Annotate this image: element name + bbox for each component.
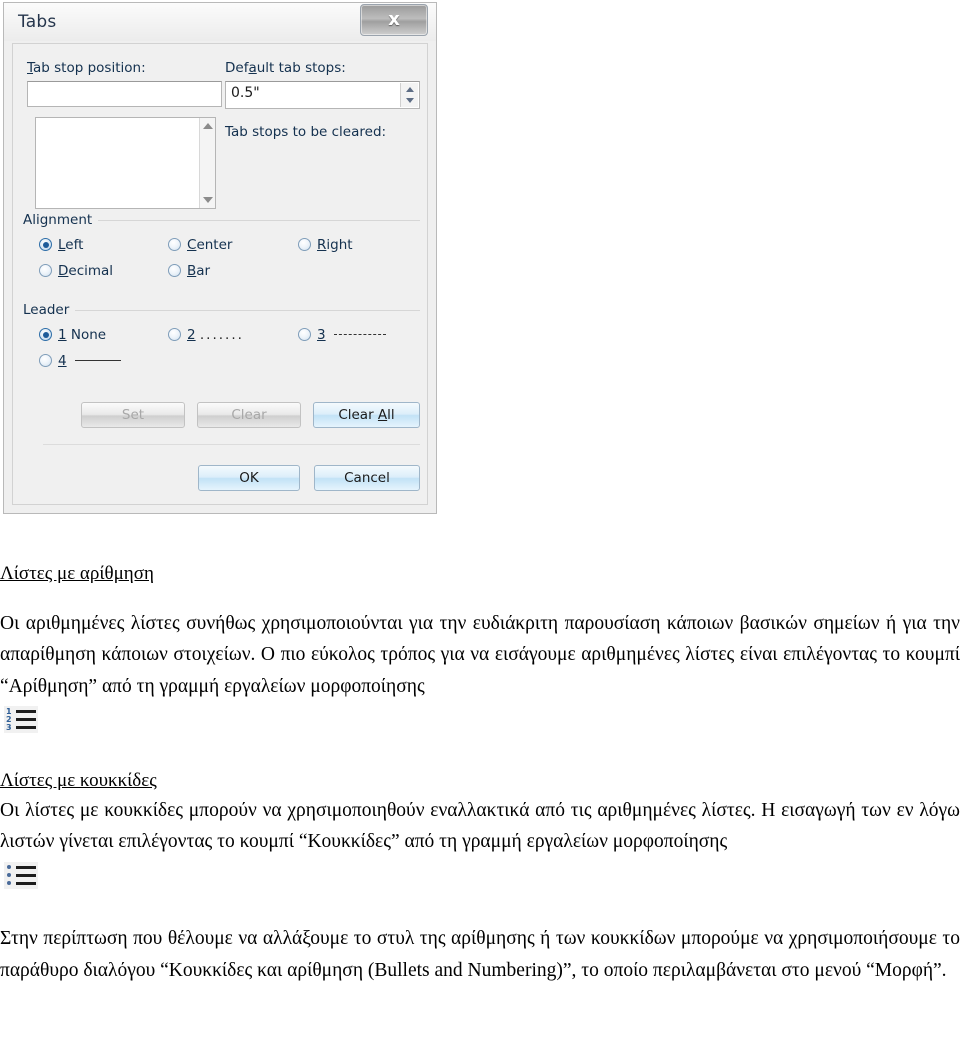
clear-button[interactable]: Clear: [197, 402, 301, 428]
tab-stop-position-label: Tab stop position:: [27, 60, 146, 76]
tab-stops-listbox[interactable]: [35, 117, 216, 209]
heading-numbered-lists: Λίστες με αρίθμηση: [0, 563, 154, 584]
clear-all-button[interactable]: Clear All: [313, 402, 420, 428]
leader-solid-sample: [74, 360, 121, 361]
radio-align-center[interactable]: Center: [168, 237, 232, 253]
tab-stop-position-input[interactable]: [27, 81, 222, 107]
scroll-up-icon[interactable]: [202, 123, 213, 129]
bulleted-list-row: [6, 864, 36, 871]
bullet-dot-icon: [7, 881, 11, 886]
button-area-divider: [43, 444, 420, 445]
alignment-group-caption: Alignment: [23, 212, 99, 228]
numbered-list-mark: 3: [6, 723, 12, 733]
default-tab-stops-input[interactable]: 0.5": [225, 81, 420, 109]
bulleted-list-line: [16, 873, 36, 877]
radio-align-right[interactable]: Right: [298, 237, 353, 253]
radio-leader-dots-label: 2 .......: [187, 327, 244, 343]
alignment-group-divider: [95, 220, 420, 221]
numbered-list-line: [16, 718, 36, 722]
numbered-list-icon: 1 2 3: [4, 706, 38, 734]
radio-align-decimal[interactable]: Decimal: [39, 263, 113, 279]
stepper-down-icon[interactable]: [405, 98, 414, 103]
radio-dot-icon: [298, 238, 311, 251]
document-body: Λίστες με αρίθμηση Οι αριθμημένες λίστες…: [0, 560, 960, 986]
radio-dot-icon: [39, 238, 52, 251]
close-icon[interactable]: x: [360, 4, 428, 36]
radio-dot-icon: [39, 328, 52, 341]
radio-leader-dashes[interactable]: 3: [298, 327, 386, 343]
ok-button[interactable]: OK: [198, 465, 300, 491]
dialog-body: Tab stop position: Default tab stops: 0.…: [12, 43, 428, 505]
paragraph-final: Στην περίπτωση που θέλουμε να αλλάξουμε …: [0, 927, 960, 981]
radio-dot-icon: [168, 238, 181, 251]
leader-group-divider: [75, 310, 420, 311]
paragraph-bulleted-lists: Οι λίστες με κουκκίδες μπορούν να χρησιμ…: [0, 799, 960, 853]
radio-align-left-label: Left: [58, 237, 84, 253]
dialog-titlebar: Tabs x: [4, 3, 436, 41]
radio-leader-none[interactable]: 1 None: [39, 327, 106, 343]
bulleted-list-icon: [4, 861, 38, 889]
numbered-list-row: 3: [6, 723, 36, 733]
numbered-list-row: 1: [6, 707, 36, 717]
default-tab-stops-accel: a: [248, 60, 257, 76]
tabs-dialog: Tabs x Tab stop position: Default tab st…: [3, 2, 437, 514]
dialog-title: Tabs: [18, 12, 57, 32]
heading-bulleted-lists: Λίστες με κουκκίδες: [0, 770, 157, 792]
radio-align-bar-label: Bar: [187, 263, 211, 279]
paragraph-numbered-lists: Οι αριθμημένες λίστες συνήθως χρησιμοποι…: [0, 612, 960, 697]
numbered-list-row: 2: [6, 715, 36, 725]
radio-align-decimal-label: Decimal: [58, 263, 114, 279]
default-tab-stops-stepper[interactable]: [400, 83, 418, 107]
numbered-list-mark: 1: [6, 707, 12, 717]
bullet-dot-icon: [7, 865, 11, 870]
default-tab-stops-value: 0.5": [231, 85, 260, 101]
radio-align-left[interactable]: Left: [39, 237, 83, 253]
radio-align-right-label: Right: [317, 237, 353, 253]
numbered-list-line: [16, 726, 36, 730]
radio-leader-dashes-label: 3: [317, 327, 386, 343]
radio-dot-icon: [168, 264, 181, 277]
radio-dot-icon: [39, 264, 52, 277]
radio-align-bar[interactable]: Bar: [168, 263, 210, 279]
radio-dot-icon: [39, 354, 52, 367]
stepper-up-icon[interactable]: [405, 87, 414, 92]
bulleted-list-row: [6, 880, 36, 887]
bulleted-list-row: [6, 872, 36, 879]
cancel-button[interactable]: Cancel: [314, 465, 420, 491]
radio-leader-dots[interactable]: 2 .......: [168, 327, 244, 343]
radio-dot-icon: [298, 328, 311, 341]
radio-leader-solid[interactable]: 4: [39, 353, 121, 369]
tab-stops-to-be-cleared-label: Tab stops to be cleared:: [225, 124, 387, 140]
radio-align-center-label: Center: [187, 237, 233, 253]
leader-group-caption: Leader: [23, 302, 76, 318]
radio-leader-none-label: 1 None: [58, 327, 107, 343]
scroll-down-icon[interactable]: [202, 197, 213, 203]
leader-dash-sample: [333, 334, 386, 335]
numbered-list-line: [16, 710, 36, 714]
set-button[interactable]: Set: [81, 402, 185, 428]
leader-dots-sample: .......: [199, 327, 244, 343]
radio-leader-solid-label: 4: [58, 353, 121, 369]
numbered-list-mark: 2: [6, 715, 12, 725]
listbox-scrollbar[interactable]: [199, 118, 215, 208]
bulleted-list-line: [16, 865, 36, 869]
radio-dot-icon: [168, 328, 181, 341]
bullet-dot-icon: [7, 873, 11, 878]
default-tab-stops-label: Default tab stops:: [225, 60, 346, 76]
bulleted-list-line: [16, 881, 36, 885]
